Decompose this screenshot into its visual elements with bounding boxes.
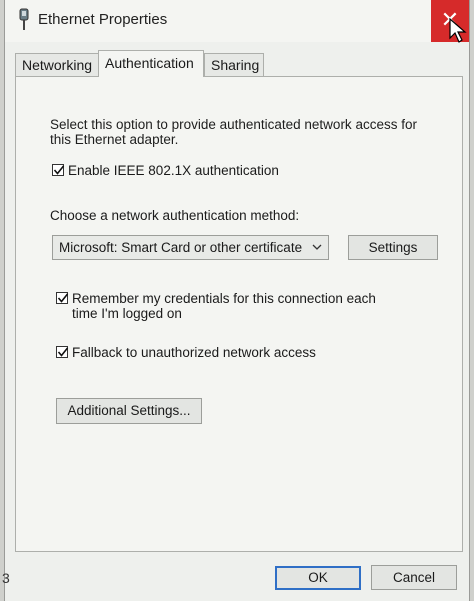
- fallback-checkbox[interactable]: [56, 346, 69, 358]
- cancel-button[interactable]: Cancel: [371, 565, 457, 590]
- dialog-footer: OK Cancel: [5, 552, 469, 601]
- tab-authentication[interactable]: Authentication: [98, 50, 204, 77]
- mouse-cursor-icon: [449, 18, 467, 43]
- method-label: Choose a network authentication method:: [50, 208, 300, 223]
- fallback-label: Fallback to unauthorized network access: [72, 345, 316, 360]
- authentication-method-value: Microsoft: Smart Card or other certifica…: [59, 240, 303, 255]
- fallback-row[interactable]: Fallback to unauthorized network access: [56, 345, 316, 360]
- network-adapter-icon: [19, 8, 29, 30]
- authentication-panel: Select this option to provide authentica…: [15, 76, 463, 552]
- remember-credentials-row[interactable]: Remember my credentials for this connect…: [56, 291, 396, 321]
- tab-networking[interactable]: Networking: [15, 53, 99, 76]
- enable-8021x-row[interactable]: Enable IEEE 802.1X authentication: [52, 163, 279, 178]
- cancel-button-label: Cancel: [392, 570, 436, 585]
- checkmark-icon: [57, 347, 69, 357]
- authentication-method-select[interactable]: Microsoft: Smart Card or other certifica…: [52, 235, 329, 260]
- window-title: Ethernet Properties: [38, 11, 168, 28]
- ok-button[interactable]: OK: [275, 566, 361, 590]
- enable-8021x-checkbox[interactable]: [52, 164, 65, 176]
- checkmark-icon: [53, 165, 65, 175]
- settings-button[interactable]: Settings: [348, 235, 438, 260]
- tab-networking-label: Networking: [22, 57, 93, 73]
- additional-settings-label: Additional Settings...: [67, 403, 191, 418]
- chevron-down-icon: [312, 244, 322, 250]
- remember-credentials-checkbox[interactable]: [56, 292, 69, 304]
- tab-sharing-label: Sharing: [211, 57, 260, 73]
- checkmark-icon: [57, 293, 69, 303]
- title-bar[interactable]: Ethernet Properties ✕: [5, 0, 469, 43]
- ethernet-properties-window: Ethernet Properties ✕ Networking Authent…: [4, 0, 470, 601]
- remember-credentials-label: Remember my credentials for this connect…: [72, 291, 376, 321]
- authentication-description: Select this option to provide authentica…: [50, 117, 417, 147]
- ok-button-label: OK: [308, 570, 328, 585]
- enable-8021x-label: Enable IEEE 802.1X authentication: [68, 163, 279, 178]
- tab-sharing[interactable]: Sharing: [204, 53, 264, 76]
- page-number: 3: [2, 570, 10, 586]
- settings-button-label: Settings: [368, 240, 418, 255]
- tab-authentication-label: Authentication: [105, 55, 194, 71]
- additional-settings-button[interactable]: Additional Settings...: [56, 398, 202, 424]
